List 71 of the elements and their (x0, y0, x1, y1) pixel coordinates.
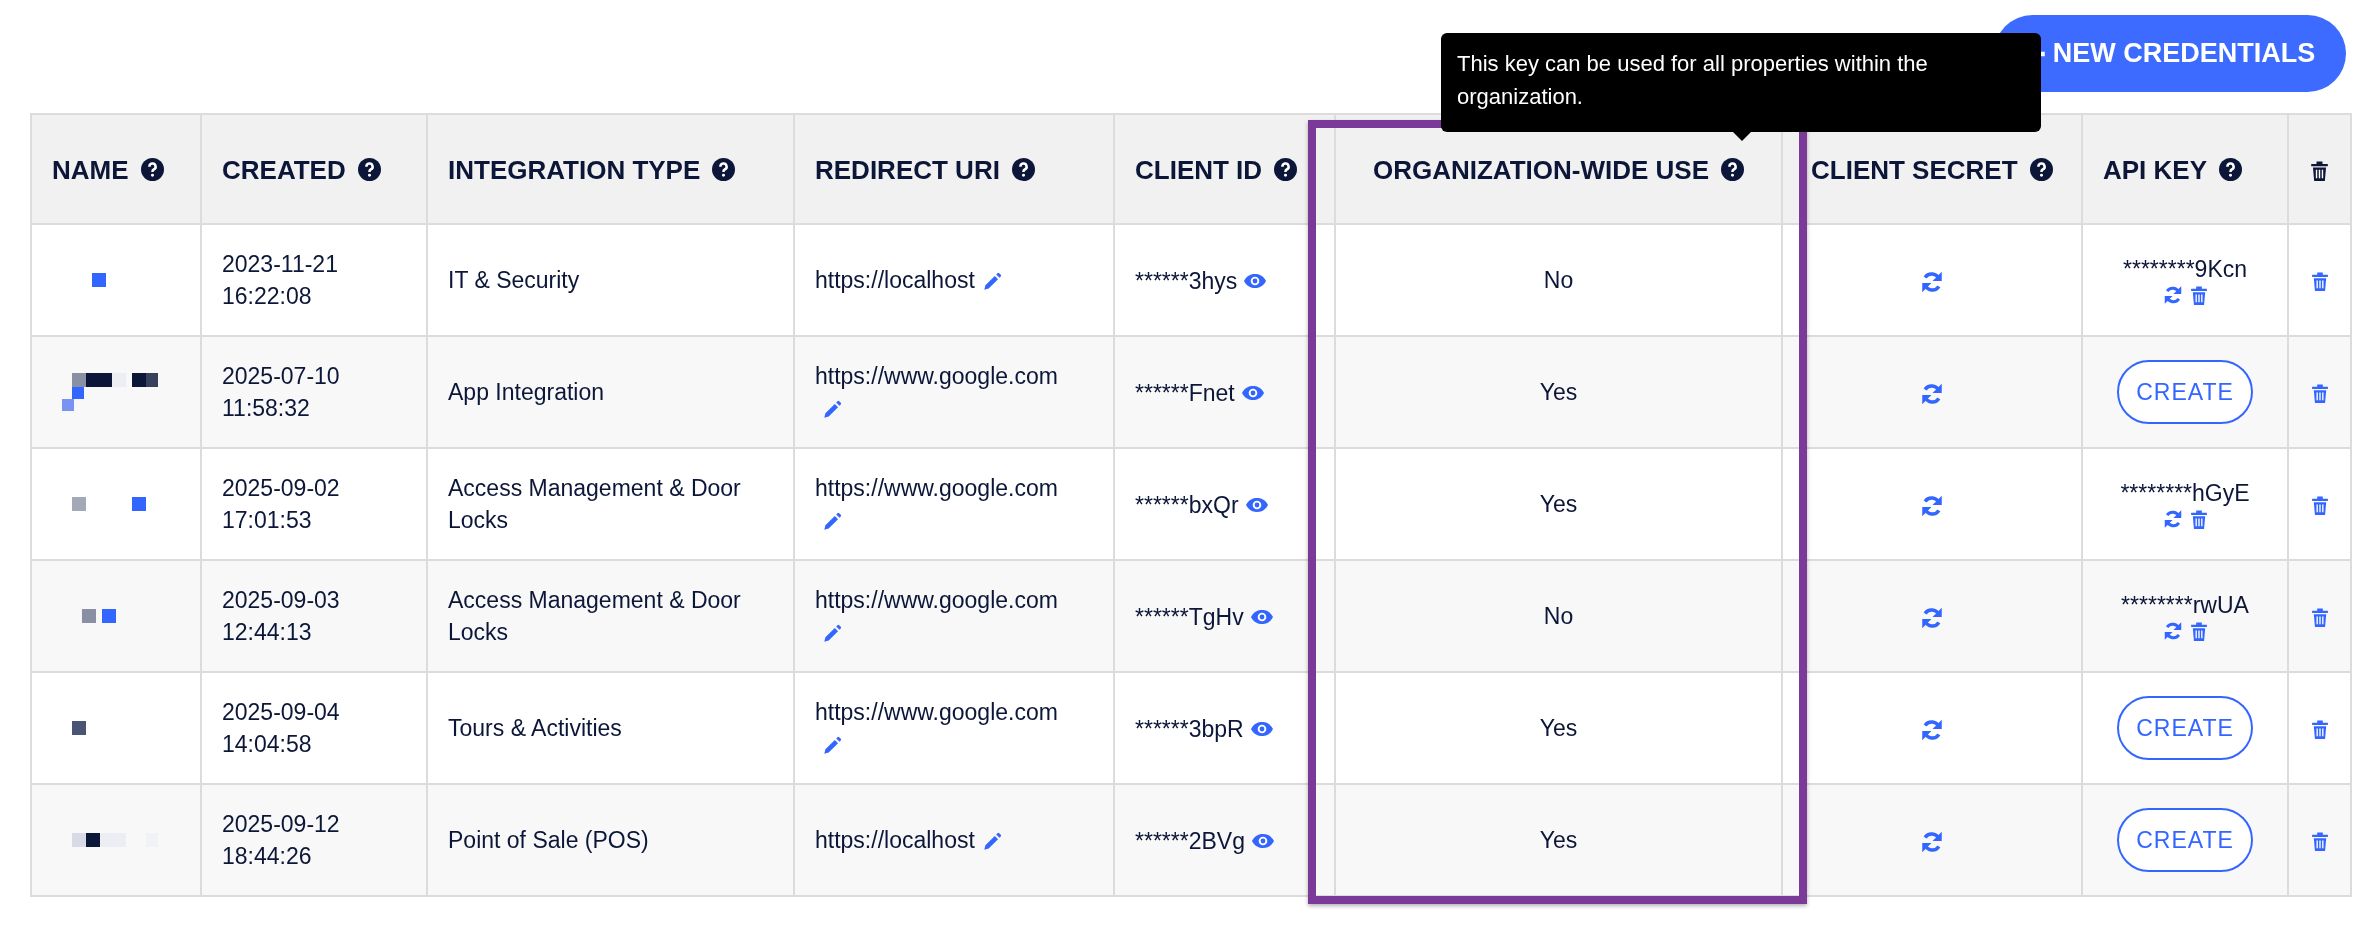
created-date: 2025-09-12 18:44:26 (222, 810, 341, 871)
integration-type: Access Management & Door Locks (448, 474, 742, 535)
created-date: 2025-09-04 14:04:58 (222, 698, 341, 759)
column-label: CREATED (222, 154, 346, 185)
eye-icon[interactable] (1243, 272, 1268, 289)
integration-type: App Integration (448, 378, 604, 407)
pencil-icon[interactable] (821, 398, 843, 421)
refresh-icon[interactable] (2162, 508, 2184, 530)
eye-icon[interactable] (1249, 720, 1274, 737)
help-icon[interactable] (140, 158, 164, 182)
create-button[interactable]: CREATE (2117, 808, 2253, 872)
help-icon[interactable] (1274, 158, 1298, 182)
column-label: REDIRECT URI (815, 154, 1000, 185)
redirect-uri: https://www.google.com (815, 699, 1058, 725)
help-icon[interactable] (2029, 158, 2053, 182)
client-id: ******3bpR (1135, 715, 1244, 742)
create-button[interactable]: CREATE (2117, 360, 2253, 424)
trash-icon[interactable] (2310, 159, 2329, 182)
integration-type: Tours & Activities (448, 714, 622, 743)
redirect-uri: https://localhost (815, 267, 975, 293)
api-key-value: ********rwUA (2120, 591, 2250, 620)
pencil-icon[interactable] (821, 510, 843, 533)
column-label: CLIENT SECRET (1811, 154, 2018, 185)
integration-type: IT & Security (448, 266, 580, 295)
created-date: 2025-09-02 17:01:53 (222, 474, 341, 535)
column-label: INTEGRATION TYPE (448, 154, 701, 185)
integration-type: Point of Sale (POS) (448, 826, 649, 855)
eye-icon[interactable] (1250, 832, 1275, 849)
create-button[interactable]: CREATE (2117, 696, 2253, 760)
created-date: 2025-07-10 11:58:32 (222, 362, 341, 423)
client-id: ******Fnet (1135, 379, 1235, 406)
redirect-uri: https://www.google.com (815, 587, 1058, 613)
help-icon[interactable] (357, 158, 381, 182)
created-date: 2023-11-21 16:22:08 (222, 250, 339, 311)
organization-wide-value: Yes (1539, 379, 1578, 405)
organization-wide-value: Yes (1539, 491, 1578, 517)
column-label: NAME (52, 154, 129, 185)
client-id: ******bxQr (1135, 491, 1239, 518)
redacted-name-drawing (92, 273, 106, 287)
organization-wide-value: No (1543, 603, 1574, 629)
pencil-icon[interactable] (821, 622, 843, 645)
redirect-uri: https://localhost (815, 827, 975, 853)
organization-wide-value: No (1543, 267, 1574, 293)
api-key-value: ********hGyE (2119, 479, 2251, 508)
redacted-name-drawing (82, 609, 116, 623)
organization-wide-value: Yes (1539, 715, 1578, 741)
eye-icon[interactable] (1249, 608, 1274, 625)
api-key-value: ********9Kcn (2122, 255, 2248, 284)
created-date: 2025-09-03 12:44:13 (222, 586, 341, 647)
redirect-uri: https://www.google.com (815, 363, 1058, 389)
help-icon[interactable] (712, 158, 736, 182)
help-icon[interactable] (1011, 158, 1035, 182)
redacted-name-drawing (72, 721, 86, 735)
refresh-icon[interactable] (2162, 620, 2184, 642)
column-label: API KEY (2103, 154, 2208, 185)
column-label: ORGANIZATION-WIDE USE (1372, 154, 1710, 185)
client-id: ******3hys (1135, 267, 1238, 294)
eye-icon[interactable] (1244, 496, 1269, 513)
refresh-icon[interactable] (2162, 284, 2184, 306)
help-icon[interactable] (1721, 158, 1745, 182)
client-id: ******TgHv (1135, 603, 1244, 630)
eye-icon[interactable] (1240, 384, 1265, 401)
client-id: ******2BVg (1135, 827, 1245, 854)
tooltip: This key can be used for all properties within the organization. (1441, 33, 2041, 132)
organization-wide-value: Yes (1539, 827, 1578, 853)
pencil-icon[interactable] (821, 734, 843, 757)
column-label: CLIENT ID (1135, 154, 1263, 185)
tooltip-arrow (1732, 131, 1752, 141)
integration-type: Access Management & Door Locks (448, 586, 742, 647)
redirect-uri: https://www.google.com (815, 475, 1058, 501)
help-icon[interactable] (2219, 158, 2243, 182)
